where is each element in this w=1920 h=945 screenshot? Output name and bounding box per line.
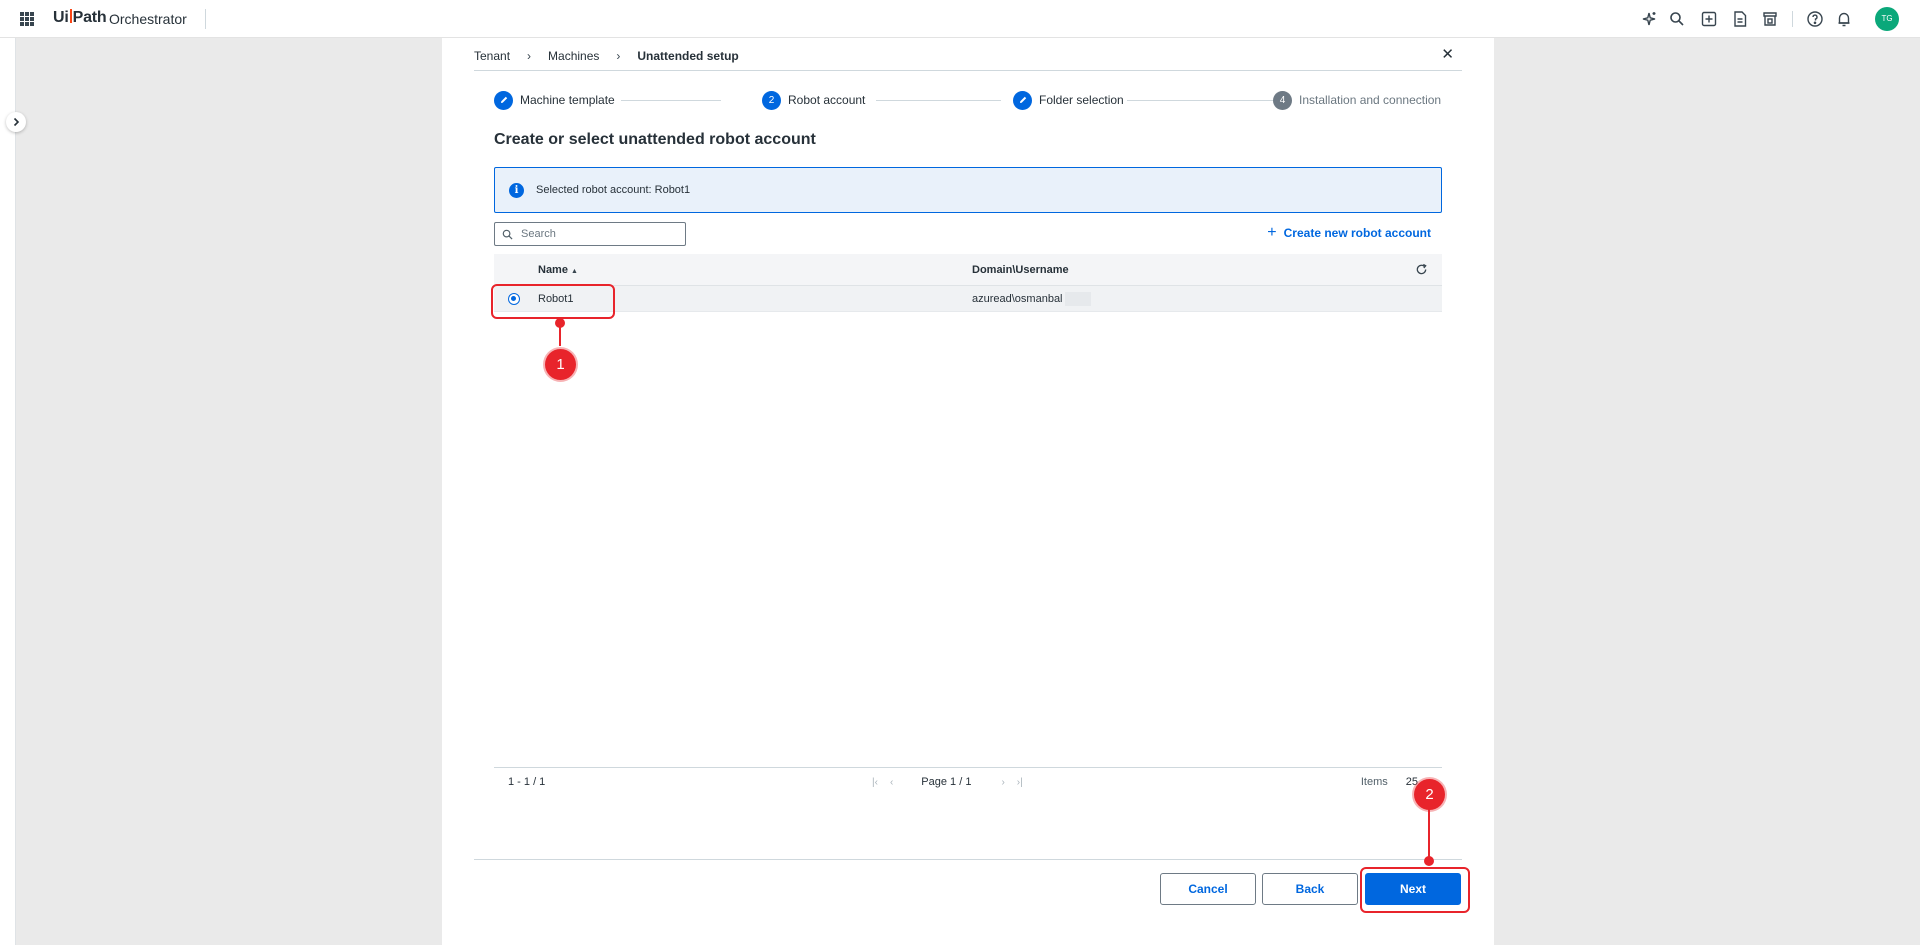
- next-page-icon[interactable]: ›: [1001, 777, 1004, 788]
- app-launcher-icon[interactable]: [20, 12, 34, 26]
- info-text: Selected robot account: Robot1: [536, 184, 691, 196]
- column-header-name[interactable]: Name ▲: [538, 264, 578, 276]
- create-link-label: Create new robot account: [1283, 226, 1431, 240]
- step-robot-account[interactable]: 2 Robot account: [762, 90, 866, 110]
- step-connector: [1127, 100, 1282, 101]
- table-row[interactable]: Robot1 azuread\osmanbal: [494, 286, 1442, 312]
- store-icon[interactable]: [1761, 10, 1779, 28]
- robot-accounts-table: Name ▲ Domain\Username Robot1 azuread\osm…: [494, 254, 1442, 312]
- chevron-right-icon: ›: [616, 49, 621, 63]
- step-connector: [621, 100, 721, 101]
- chevron-right-icon: [13, 117, 20, 127]
- last-page-icon[interactable]: ›|: [1017, 777, 1023, 788]
- step-label: Robot account: [788, 93, 866, 107]
- sort-asc-icon: ▲: [570, 267, 578, 275]
- help-icon[interactable]: [1806, 10, 1824, 28]
- footer-divider: [474, 859, 1462, 860]
- left-nav-strip: [0, 38, 16, 945]
- bell-icon[interactable]: [1835, 10, 1853, 28]
- column-header-domain[interactable]: Domain\Username: [972, 264, 1069, 276]
- annotation-line: [1428, 808, 1430, 860]
- step-label: Installation and connection: [1299, 93, 1442, 107]
- search-icon: [502, 229, 513, 240]
- pagination-range: 1 - 1 / 1: [508, 776, 546, 788]
- step-label: Machine template: [520, 93, 615, 107]
- chevron-right-icon: ›: [527, 49, 532, 63]
- cancel-button[interactable]: Cancel: [1160, 873, 1256, 905]
- search-input[interactable]: [521, 228, 671, 240]
- plus-icon: +: [1267, 224, 1277, 241]
- step-connector: [876, 100, 1001, 101]
- page-indicator: Page 1 / 1: [921, 776, 972, 788]
- items-per-page[interactable]: Items 25: [1361, 776, 1418, 788]
- search-icon[interactable]: [1668, 10, 1686, 28]
- step-folder-selection[interactable]: Folder selection: [1013, 90, 1124, 110]
- step-label: Folder selection: [1039, 93, 1124, 107]
- items-label: Items: [1360, 776, 1388, 788]
- annotation-highlight-next: [1360, 867, 1470, 913]
- info-icon: i: [509, 182, 524, 198]
- topbar-divider: [205, 9, 206, 29]
- document-icon[interactable]: [1731, 10, 1749, 28]
- edit-icon: [494, 90, 513, 110]
- info-banner: i Selected robot account: Robot1: [494, 167, 1442, 213]
- annotation-badge-1: 1: [545, 349, 576, 380]
- header-divider: [474, 70, 1462, 71]
- product-name: Orchestrator: [109, 11, 187, 27]
- prev-page-icon[interactable]: ‹: [890, 777, 893, 788]
- unattended-setup-panel: Tenant › Machines › Unattended setup ✕ M…: [442, 38, 1494, 945]
- pagination: 1 - 1 / 1 |‹ ‹ Page 1 / 1 › ›| Items 25: [494, 767, 1442, 797]
- breadcrumb-current: Unattended setup: [637, 49, 739, 63]
- pagination-nav: |‹ ‹ Page 1 / 1 › ›|: [872, 776, 1035, 788]
- user-avatar[interactable]: TG: [1875, 7, 1899, 31]
- step-number: 4: [1273, 90, 1292, 110]
- close-icon[interactable]: ✕: [1441, 45, 1454, 63]
- expand-sidebar-button[interactable]: [6, 112, 26, 132]
- page-title: Create or select unattended robot accoun…: [494, 131, 816, 148]
- wizard-stepper: Machine template 2 Robot account Folder …: [494, 90, 1442, 110]
- annotation-badge-2: 2: [1414, 779, 1445, 810]
- breadcrumb-machines[interactable]: Machines: [548, 49, 599, 63]
- topbar-separator: [1792, 11, 1793, 27]
- table-header: Name ▲ Domain\Username: [494, 254, 1442, 286]
- add-icon[interactable]: [1700, 10, 1718, 28]
- refresh-icon[interactable]: [1415, 263, 1429, 277]
- uipath-logo[interactable]: Ui Path: [53, 9, 107, 27]
- annotation-line: [559, 322, 561, 346]
- back-button[interactable]: Back: [1262, 873, 1358, 905]
- edit-icon: [1013, 90, 1032, 110]
- breadcrumb: Tenant › Machines › Unattended setup: [474, 47, 739, 65]
- top-bar: Ui Path Orchestrator TG: [0, 0, 1920, 38]
- autopilot-sparkle-icon[interactable]: [1640, 10, 1658, 28]
- first-page-icon[interactable]: |‹: [872, 777, 878, 788]
- step-installation-connection: 4 Installation and connection: [1273, 90, 1442, 110]
- redaction-block: [1064, 291, 1091, 306]
- annotation-highlight-robot1: [491, 284, 615, 319]
- step-number: 2: [762, 90, 781, 110]
- step-machine-template[interactable]: Machine template: [494, 90, 615, 110]
- breadcrumb-tenant[interactable]: Tenant: [474, 49, 510, 63]
- search-box[interactable]: [494, 222, 686, 246]
- cell-domain-username: azuread\osmanbal: [972, 291, 1091, 306]
- create-robot-account-link[interactable]: + Create new robot account: [1267, 224, 1431, 241]
